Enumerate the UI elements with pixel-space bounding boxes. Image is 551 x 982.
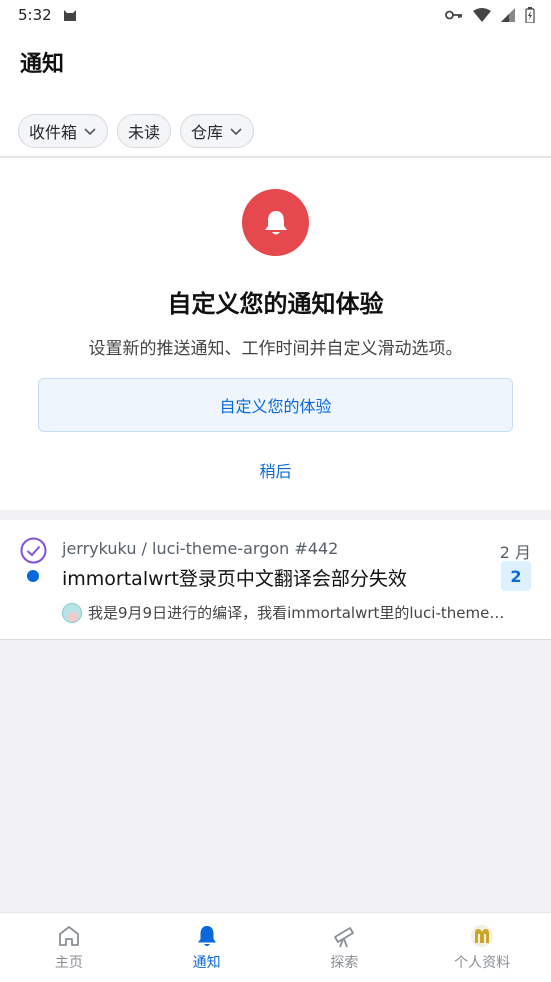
customize-promo-card: 自定义您的通知体验 设置新的推送通知、工作时间并自定义滑动选项。 自定义您的体验…: [0, 158, 551, 510]
nav-explore-label: 探索: [330, 955, 359, 971]
bell-icon: [264, 210, 287, 234]
avatar: [62, 602, 82, 623]
notification-item[interactable]: jerrykuku / luci-theme-argon #442 2 月 im…: [0, 520, 551, 640]
filter-bar: 收件箱 未读 仓库: [0, 114, 551, 148]
nav-notifications-label: 通知: [192, 955, 221, 971]
filter-unread-label: 未读: [128, 123, 161, 142]
bottom-navigation: 主页 通知 探索 个人资料: [0, 912, 551, 982]
notification-title: immortalwrt登录页中文翻译会部分失效: [62, 568, 407, 590]
nav-profile-label: 个人资料: [454, 955, 511, 971]
filter-repo-label: 仓库: [191, 123, 224, 142]
notification-repo: jerrykuku / luci-theme-argon #442: [62, 539, 339, 558]
check-circle-icon: [20, 537, 47, 564]
chevron-down-icon: [230, 128, 242, 136]
bell-badge: [242, 189, 309, 256]
key-icon: [445, 10, 462, 20]
status-time: 5:32: [18, 6, 52, 24]
profile-avatar-icon: [471, 925, 494, 947]
telescope-icon: [334, 927, 355, 948]
promo-description: 设置新的推送通知、工作时间并自定义滑动选项。: [88, 339, 463, 359]
nav-notifications[interactable]: 通知: [138, 913, 276, 982]
customize-experience-button[interactable]: 自定义您的体验: [38, 378, 513, 432]
filter-unread-chip[interactable]: 未读: [117, 114, 172, 148]
nav-profile[interactable]: 个人资料: [413, 913, 551, 982]
page-header: 通知: [0, 30, 551, 94]
filter-inbox-label: 收件箱: [29, 123, 78, 142]
home-icon: [58, 926, 79, 946]
unread-dot: [27, 570, 39, 582]
nav-home-label: 主页: [54, 955, 83, 971]
page-title: 通知: [20, 52, 65, 77]
filter-repo-chip[interactable]: 仓库: [180, 114, 255, 148]
notification-date: 2 月: [499, 543, 531, 562]
notification-preview: 我是9月9日进行的编译，我看immortalwrt里的luci-theme-ar…: [62, 602, 507, 623]
notification-preview-text: 我是9月9日进行的编译，我看immortalwrt里的luci-theme-ar…: [88, 604, 507, 622]
cat-icon: [63, 10, 76, 21]
nav-home[interactable]: 主页: [0, 913, 138, 982]
filter-inbox-chip[interactable]: 收件箱: [18, 114, 109, 148]
promo-title: 自定义您的通知体验: [167, 290, 384, 318]
wifi-icon: [473, 8, 491, 22]
nav-explore[interactable]: 探索: [276, 913, 414, 982]
chevron-down-icon: [84, 128, 96, 136]
top-section: 5:32 通知 收件箱 未读 仓库: [0, 0, 551, 156]
bell-icon: [197, 926, 216, 946]
status-bar: 5:32: [0, 0, 551, 30]
comment-count-badge: 2: [501, 561, 531, 591]
battery-icon: [525, 7, 535, 23]
later-button[interactable]: 稍后: [0, 458, 551, 482]
signal-icon: [501, 8, 515, 22]
